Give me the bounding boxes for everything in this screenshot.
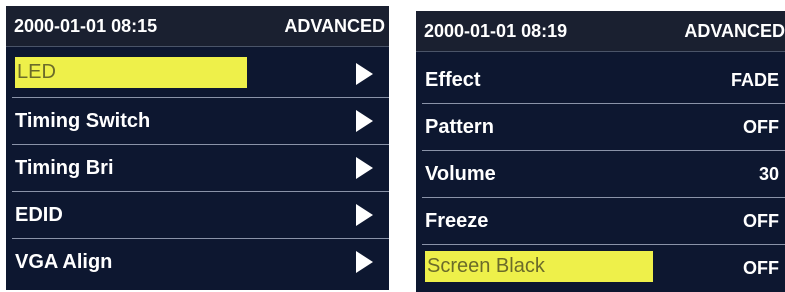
datetime: 2000-01-01 08:15 <box>14 16 158 36</box>
menu-item-pattern[interactable]: Pattern OFF <box>416 104 785 151</box>
menu-item-label: Timing Switch <box>15 110 151 132</box>
menu-item-label: Screen Black <box>425 251 653 282</box>
status-header: 2000-01-01 08:19 ADVANCED <box>416 11 785 52</box>
chevron-right-icon <box>356 157 373 179</box>
mode-label: ADVANCED <box>284 16 385 36</box>
menu-item-timing-bri[interactable]: Timing Bri <box>6 145 389 192</box>
datetime: 2000-01-01 08:19 <box>424 21 568 41</box>
menu-item-value: OFF <box>743 258 779 278</box>
right-menu-screen: 2000-01-01 08:19 ADVANCED Effect FADE Pa… <box>416 11 785 292</box>
menu-item-effect[interactable]: Effect FADE <box>416 57 785 104</box>
chevron-right-icon <box>356 251 373 273</box>
menu-item-label: VGA Align <box>15 251 113 273</box>
menu-item-label: LED <box>15 57 247 88</box>
menu-item-label: Pattern <box>425 116 494 138</box>
menu-item-freeze[interactable]: Freeze OFF <box>416 198 785 245</box>
menu-item-screen-black[interactable]: Screen Black OFF <box>416 245 785 292</box>
mode-label: ADVANCED <box>684 21 785 41</box>
menu-item-edid[interactable]: EDID <box>6 192 389 239</box>
menu-item-timing-switch[interactable]: Timing Switch <box>6 98 389 145</box>
menu-item-vga-align[interactable]: VGA Align <box>6 239 389 286</box>
status-header: 2000-01-01 08:15 ADVANCED <box>6 6 389 47</box>
chevron-right-icon <box>356 204 373 226</box>
chevron-right-icon <box>356 63 373 85</box>
menu-item-label: Volume <box>425 163 496 185</box>
menu-item-value: OFF <box>743 211 779 231</box>
menu-item-value: FADE <box>730 70 779 90</box>
menu-item-led[interactable]: LED <box>6 51 389 98</box>
menu-item-volume[interactable]: Volume 30 <box>416 151 785 198</box>
menu-item-value: OFF <box>743 117 779 137</box>
menu-item-value: 30 <box>758 164 779 184</box>
menu-item-label: Effect <box>425 69 481 91</box>
chevron-right-icon <box>356 110 373 132</box>
menu-item-label: Timing Bri <box>15 157 114 179</box>
menu-item-label: Freeze <box>425 210 489 232</box>
menu-item-label: EDID <box>15 204 63 226</box>
left-menu-screen: 2000-01-01 08:15 ADVANCED LED Timing Swi… <box>6 6 389 290</box>
